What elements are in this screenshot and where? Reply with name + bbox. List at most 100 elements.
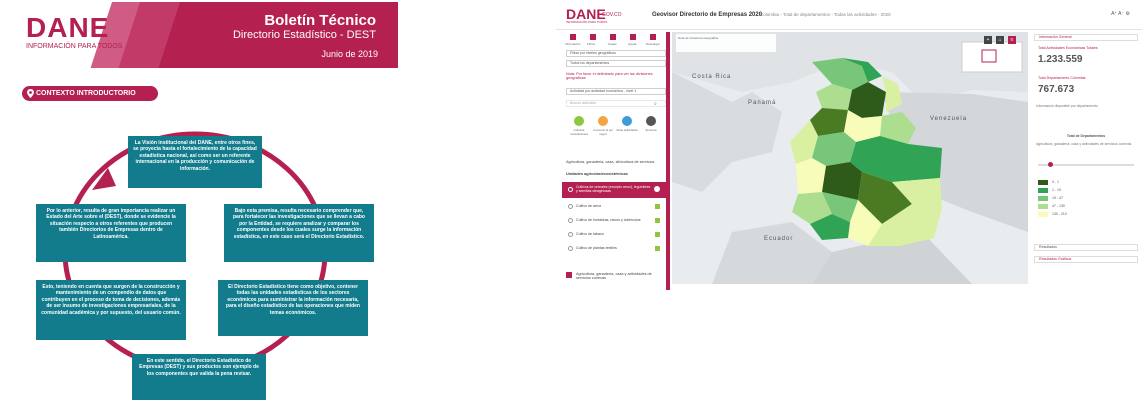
home-icon[interactable]: ⌂: [996, 36, 1004, 44]
sidebar-tabs: Información Filtros Capas Ayuda Descarga…: [564, 34, 664, 48]
activity-search-input[interactable]: Buscar actividad: [566, 100, 666, 107]
geo-note: Nota: Por favor el delimitado para ver l…: [566, 72, 653, 80]
option-label-2[interactable]: Cultivo de hortalizas, raíces y tubércul…: [576, 218, 641, 222]
minimap[interactable]: [961, 41, 1023, 73]
context-box-state-of-art: Por lo anterior, resulta de gran importa…: [36, 204, 186, 262]
section-heading: CONTEXTO INTRODUCTORIO: [22, 86, 158, 101]
option-chart-icon-4[interactable]: [655, 246, 660, 251]
download-icon[interactable]: [650, 34, 656, 40]
geoviewer-sidebar: Información Filtros Capas Ayuda Descarga…: [562, 32, 670, 290]
zoom-in-icon[interactable]: +: [984, 36, 992, 44]
legend-swatch-2: [1038, 188, 1048, 193]
location-pin-icon: [27, 89, 34, 98]
label-panama: Panamá: [748, 100, 777, 106]
departments-chart-title: Total de Departamentos: [1066, 134, 1106, 138]
geoviewer-logo-tagline: INFORMACIÓN PARA TODOS: [566, 20, 608, 24]
sidebar-footer-sector: Agricultura, ganadería, caza y actividad…: [576, 272, 652, 280]
section-heading-label: CONTEXTO INTRODUCTORIO: [36, 90, 136, 97]
info-icon[interactable]: [570, 34, 576, 40]
activity-subheading-units: Unidades agrícolas/ecosistémicas: [566, 172, 628, 176]
context-box-premise: Bajo esta premisa, resulta necesario com…: [224, 204, 374, 262]
range-slider[interactable]: [1038, 162, 1134, 167]
context-box-construction: Esto, teniendo en cuenta que surgen de l…: [36, 280, 186, 340]
legend-label-1: 0 - 1: [1052, 180, 1060, 184]
layers-toggle-icon[interactable]: ≡: [1008, 36, 1016, 44]
search-icon[interactable]: ⌕: [654, 101, 657, 107]
range-slider-handle[interactable]: [1048, 162, 1053, 167]
radio-option-2[interactable]: [568, 218, 573, 223]
option-chart-icon-3[interactable]: [655, 232, 660, 237]
dane-logo: DANE: [26, 12, 110, 43]
services-category-icon[interactable]: [646, 116, 656, 126]
option-label-3[interactable]: Cultivo de tabaco: [576, 232, 604, 236]
legend-swatch-5: [1038, 212, 1048, 217]
selected-activity-label: Cultivos de cereales (excepto arroz), le…: [576, 185, 651, 193]
selected-check-icon: [654, 186, 660, 192]
radio-option-3[interactable]: [568, 232, 573, 237]
label-costa-rica: Costa Rica: [692, 74, 732, 80]
total-activities-value: 1.233.559: [1038, 54, 1083, 65]
category-label-commerce: Comercio al por mayor: [593, 128, 613, 136]
bulletin-subtitle: Directorio Estadístico - DEST: [232, 29, 376, 41]
activity-subheading: Agricultura, ganadería, caza, silvicultu…: [566, 160, 655, 164]
gov-co-link[interactable]: GOV.CO: [602, 12, 622, 18]
tab-layers[interactable]: Capas: [608, 42, 617, 46]
label-venezuela: Venezuela: [930, 116, 968, 122]
option-label-4[interactable]: Cultivo de plantas textiles: [576, 246, 617, 250]
filter-icon[interactable]: [590, 34, 596, 40]
total-activities-label: Total Actividades Económicas Totales: [1038, 46, 1098, 50]
geoviewer-screenshot: DANE INFORMACIÓN PARA TODOS GOV.CO Geovi…: [556, 0, 1142, 290]
geo-filter-dropdown[interactable]: Filtrar por niveles geográficos: [566, 50, 666, 57]
bulletin-date: Junio de 2019: [321, 49, 378, 59]
layers-icon[interactable]: [610, 34, 616, 40]
tab-filters[interactable]: Filtros: [587, 42, 595, 46]
map-canvas[interactable]: Nota de Cobertura Geográfica Costa Rica …: [672, 32, 1028, 284]
dane-logo-tagline: INFORMACIÓN PARA TODOS: [26, 43, 123, 50]
legend-label-5: 130 - 210: [1052, 212, 1067, 216]
option-chart-icon-1[interactable]: [655, 204, 660, 209]
tab-download[interactable]: Descargar: [646, 42, 660, 46]
context-box-vision: La Visión institucional del DANE, entre …: [128, 136, 262, 188]
label-ecuador: Ecuador: [764, 236, 794, 242]
legend-swatch-1: [1038, 180, 1048, 185]
context-cycle-diagram: La Visión institucional del DANE, entre …: [20, 110, 380, 406]
selected-activity-row[interactable]: Cultivos de cereales (excepto arroz), le…: [562, 182, 666, 198]
tab-help[interactable]: Ayuda: [628, 42, 636, 46]
context-box-objective: El Directorio Estadístico tiene como obj…: [218, 280, 368, 336]
tab-info[interactable]: Información: [565, 42, 581, 46]
bulletin-page: DANE INFORMACIÓN PARA TODOS Boletín Técn…: [0, 0, 400, 406]
bulletin-banner: DANE INFORMACIÓN PARA TODOS Boletín Técn…: [12, 2, 398, 68]
radio-option-1[interactable]: [568, 204, 573, 209]
accessibility-controls[interactable]: A⁺ A⁻ ⚙: [1111, 11, 1130, 17]
industry-category-icon[interactable]: [574, 116, 584, 126]
dept-region[interactable]: [812, 132, 856, 166]
bulletin-title: Boletín Técnico: [264, 12, 376, 29]
total-department-value: 767.673: [1038, 84, 1075, 95]
map-coverage-note: Nota de Cobertura Geográfica: [676, 34, 776, 52]
map-shapes: [672, 32, 1028, 284]
radio-option-4[interactable]: [568, 246, 573, 251]
sector-flag-icon: [566, 272, 572, 278]
results-header[interactable]: Resultados: [1034, 244, 1138, 251]
commerce-category-icon[interactable]: [598, 116, 608, 126]
context-box-conclusion: En este sentido, el Directorio Estadísti…: [132, 354, 266, 400]
help-icon[interactable]: [630, 34, 636, 40]
option-chart-icon-2[interactable]: [655, 218, 660, 223]
other-category-icon[interactable]: [622, 116, 632, 126]
legend-label-4: 47 - 130: [1052, 204, 1065, 208]
general-info-header[interactable]: Información General: [1034, 34, 1138, 41]
legend-label-2: 1 - 19: [1052, 188, 1061, 192]
legend-swatch-3: [1038, 196, 1048, 201]
activity-select[interactable]: Actividad por actividad económica - nive…: [566, 88, 666, 95]
option-label-1[interactable]: Cultivo de arroz: [576, 204, 601, 208]
legend-label-3: 19 - 47: [1052, 196, 1063, 200]
availability-note: Información disponible por departamento: [1036, 104, 1098, 108]
geoviewer-title-detail: Colombia - Total de departamentos - Toda…: [760, 12, 891, 17]
results-charts-header[interactable]: Resultados Gráficos: [1034, 256, 1138, 263]
department-select[interactable]: Todos los departamentos: [566, 60, 666, 67]
geoviewer-header: DANE INFORMACIÓN PARA TODOS GOV.CO Geovi…: [556, 0, 1142, 30]
category-label-services: Servicios: [645, 128, 657, 132]
total-department-label: Total Departamento Colombia: [1038, 76, 1086, 80]
results-panel: Información General Total Actividades Ec…: [1032, 32, 1140, 290]
selected-radio[interactable]: [568, 187, 573, 192]
